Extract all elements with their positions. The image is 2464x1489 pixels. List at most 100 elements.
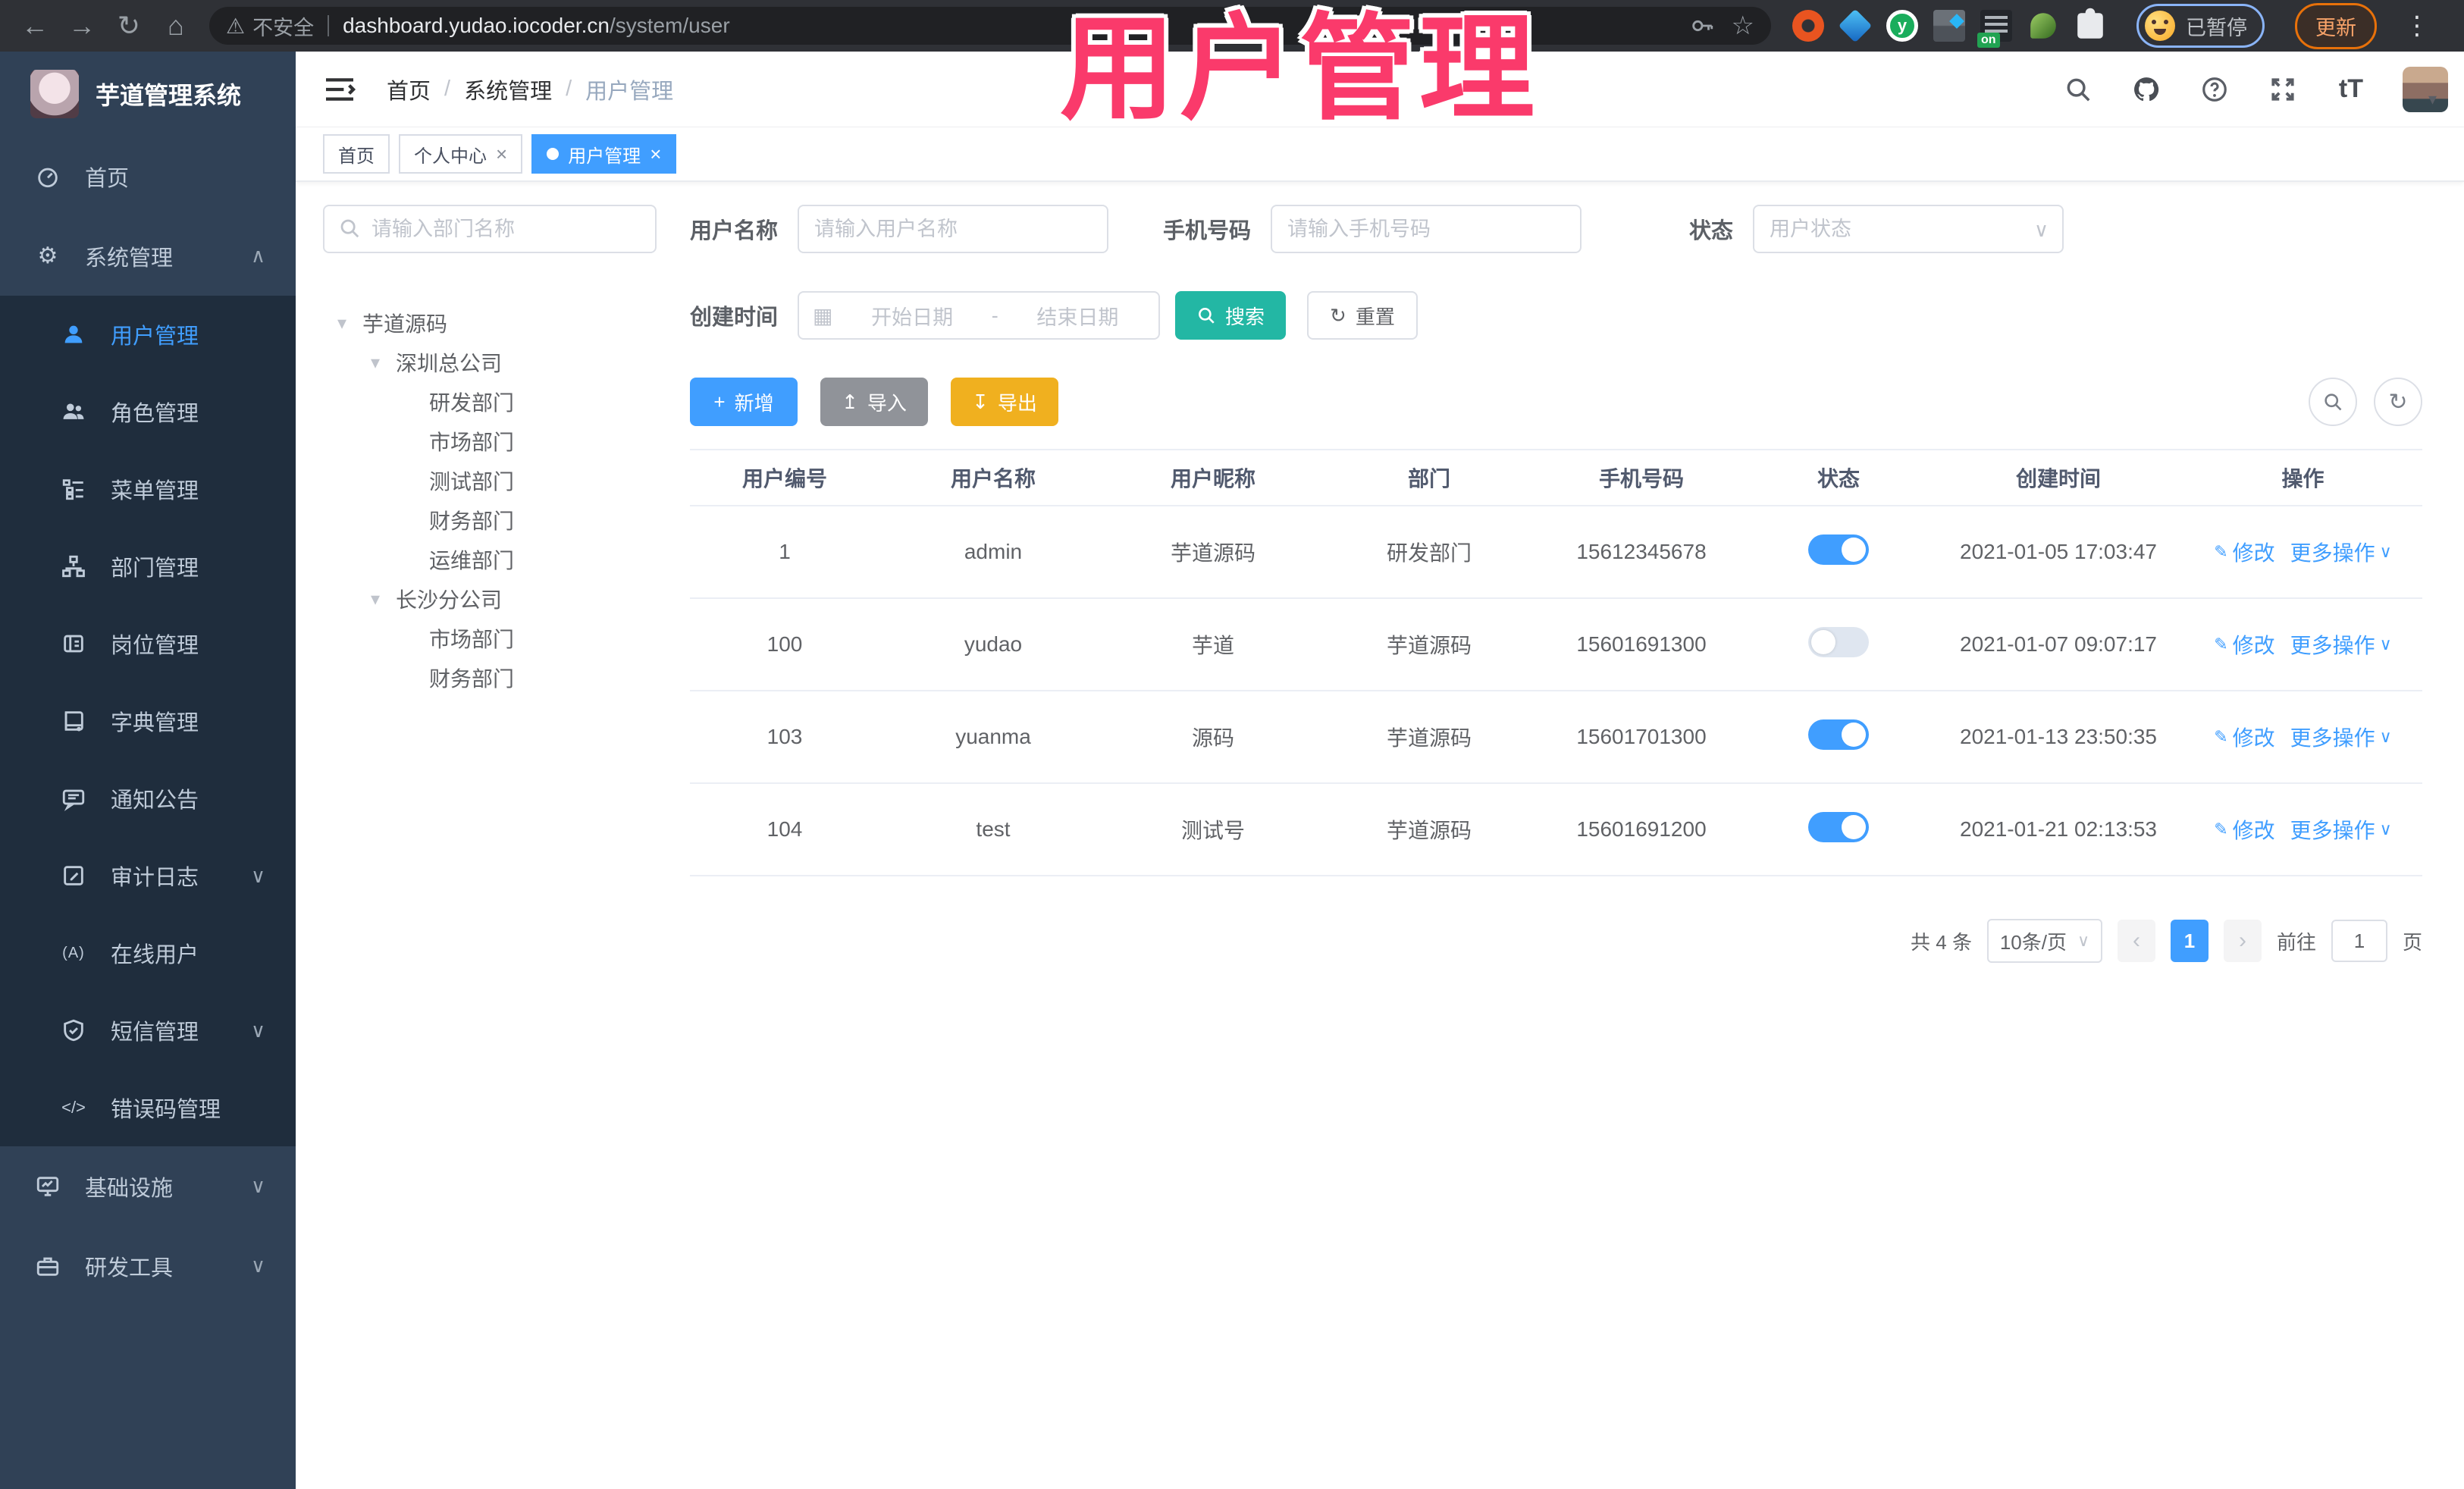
extension-leaf-icon[interactable]	[2030, 13, 2056, 39]
extension-list-icon[interactable]: on	[1977, 10, 2012, 48]
sidebar-item-role-mgmt[interactable]: 角色管理	[0, 373, 296, 450]
status-toggle[interactable]	[1808, 626, 1869, 657]
browser-reload-icon[interactable]: ↻	[108, 5, 150, 47]
profile-paused-chip[interactable]: 已暂停	[2136, 4, 2265, 48]
sidebar-item-online-users[interactable]: (A) 在线用户	[0, 914, 296, 992]
more-actions-link[interactable]: 更多操作 ∨	[2290, 629, 2392, 660]
tree-node[interactable]: 运维部门	[323, 540, 657, 579]
sidebar-fold-icon[interactable]	[323, 76, 356, 103]
tree-caret-icon[interactable]: ▾	[365, 588, 385, 610]
sidebar-item-label: 通知公告	[111, 788, 199, 813]
breadcrumb-home[interactable]: 首页	[387, 74, 431, 105]
modify-link[interactable]: ✎ 修改	[2214, 814, 2274, 845]
tree-node[interactable]: 市场部门	[323, 619, 657, 658]
tag-home[interactable]: 首页	[323, 134, 390, 174]
org-tree-icon	[59, 552, 88, 581]
github-icon[interactable]	[2130, 73, 2163, 106]
browser-forward-icon[interactable]: →	[61, 5, 103, 47]
extension-green-icon[interactable]: y	[1886, 10, 1918, 42]
extension-gem-icon[interactable]	[1838, 8, 1873, 43]
export-button[interactable]: ↧ 导出	[951, 378, 1058, 426]
browser-back-icon[interactable]: ←	[14, 5, 56, 47]
page-size-select[interactable]: 10条/页 ∨	[1986, 919, 2102, 963]
sidebar-item-menu-mgmt[interactable]: 菜单管理	[0, 450, 296, 528]
extension-orange-icon[interactable]	[1792, 10, 1824, 42]
import-button[interactable]: ↥ 导入	[820, 378, 928, 426]
more-actions-link[interactable]: 更多操作 ∨	[2290, 814, 2392, 845]
modify-link[interactable]: ✎ 修改	[2214, 537, 2274, 567]
dept-search-input[interactable]	[323, 205, 657, 253]
sidebar-item-dev-tools[interactable]: 研发工具 ∨	[0, 1226, 296, 1306]
created-time-label: 创建时间	[690, 306, 779, 330]
prev-page-button[interactable]: ‹	[2117, 920, 2155, 962]
key-icon[interactable]	[1689, 13, 1715, 39]
font-size-icon[interactable]: tT	[2334, 73, 2368, 106]
close-icon[interactable]: ×	[496, 143, 507, 166]
cell-username: test	[879, 783, 1107, 876]
status-label: 状态	[1689, 219, 1734, 243]
sidebar-item-user-mgmt[interactable]: 用户管理	[0, 296, 296, 373]
modify-link[interactable]: ✎ 修改	[2214, 722, 2274, 752]
tree-node[interactable]: ▾ 深圳总公司	[323, 343, 657, 382]
goto-page-input[interactable]	[2331, 920, 2387, 962]
sidebar-item-dept-mgmt[interactable]: 部门管理	[0, 528, 296, 605]
browser-menu-icon[interactable]: ⋮	[2404, 11, 2430, 41]
fullscreen-icon[interactable]	[2266, 73, 2299, 106]
tree-node[interactable]: 财务部门	[323, 658, 657, 697]
status-toggle[interactable]	[1808, 719, 1869, 750]
header-search-icon[interactable]	[2061, 73, 2095, 106]
dashboard-icon	[33, 162, 62, 191]
close-icon[interactable]: ×	[650, 143, 661, 166]
table-search-toggle-button[interactable]	[2309, 378, 2357, 426]
tree-node[interactable]: 研发部门	[323, 382, 657, 422]
browser-update-button[interactable]: 更新	[2295, 2, 2377, 49]
breadcrumb-system[interactable]: 系统管理	[464, 74, 552, 105]
sidebar-item-audit-log[interactable]: 审计日志 ∨	[0, 837, 296, 914]
app-title: 芋道管理系统	[96, 82, 242, 109]
current-page[interactable]: 1	[2170, 920, 2209, 962]
search-button[interactable]: 搜索	[1175, 291, 1287, 340]
status-select[interactable]	[1753, 205, 2064, 253]
cell-dept: 芋道源码	[1319, 691, 1539, 784]
avatar-caret-icon[interactable]: ▾	[2428, 89, 2437, 109]
tag-user-mgmt[interactable]: 用户管理 ×	[531, 134, 677, 174]
more-actions-link[interactable]: 更多操作 ∨	[2290, 722, 2392, 752]
tree-node[interactable]: 测试部门	[323, 461, 657, 500]
sidebar-item-home[interactable]: 首页	[0, 136, 296, 216]
bookmark-star-icon[interactable]: ☆	[1732, 11, 1754, 41]
sidebar-item-post-mgmt[interactable]: 岗位管理	[0, 605, 296, 682]
add-button[interactable]: + 新增	[690, 378, 798, 426]
status-toggle[interactable]	[1808, 534, 1869, 565]
reset-button[interactable]: ↻ 重置	[1307, 291, 1418, 340]
sidebar-item-system[interactable]: ⚙ 系统管理 ∧	[0, 216, 296, 296]
more-actions-link[interactable]: 更多操作 ∨	[2290, 537, 2392, 567]
extension-grid-icon[interactable]	[1933, 10, 1965, 42]
table-refresh-button[interactable]: ↻	[2374, 378, 2422, 426]
extensions-puzzle-icon[interactable]	[2077, 8, 2103, 39]
mobile-input[interactable]	[1271, 205, 1582, 253]
sidebar-item-notice[interactable]: 通知公告	[0, 760, 296, 837]
sidebar-item-errcode-mgmt[interactable]: </> 错误码管理	[0, 1069, 296, 1146]
tree-node[interactable]: 市场部门	[323, 422, 657, 461]
tree-node[interactable]: 财务部门	[323, 500, 657, 540]
status-toggle[interactable]	[1808, 811, 1869, 842]
sidebar-item-infra[interactable]: 基础设施 ∨	[0, 1146, 296, 1226]
active-dot	[547, 148, 560, 160]
tree-caret-icon[interactable]: ▾	[365, 352, 385, 374]
edit-icon: ✎	[2214, 635, 2228, 654]
modify-link[interactable]: ✎ 修改	[2214, 629, 2274, 660]
date-range-picker[interactable]: ▦ 开始日期 - 结束日期	[798, 291, 1161, 340]
sidebar-item-sms-mgmt[interactable]: 短信管理 ∨	[0, 992, 296, 1069]
next-page-button[interactable]: ›	[2223, 920, 2262, 962]
tree-caret-icon[interactable]: ▾	[332, 312, 352, 334]
username-input[interactable]	[798, 205, 1109, 253]
browser-home-icon[interactable]: ⌂	[155, 5, 197, 47]
help-icon[interactable]	[2198, 73, 2231, 106]
app-logo-row[interactable]: 芋道管理系统	[0, 52, 296, 136]
tree-node[interactable]: ▾ 长沙分公司	[323, 579, 657, 619]
sidebar-item-dict-mgmt[interactable]: 字典管理	[0, 682, 296, 760]
tag-profile[interactable]: 个人中心 ×	[399, 134, 523, 174]
user-avatar[interactable]	[2402, 66, 2448, 112]
tree-node[interactable]: ▾ 芋道源码	[323, 303, 657, 343]
security-warning-icon[interactable]: ⚠	[226, 14, 245, 39]
